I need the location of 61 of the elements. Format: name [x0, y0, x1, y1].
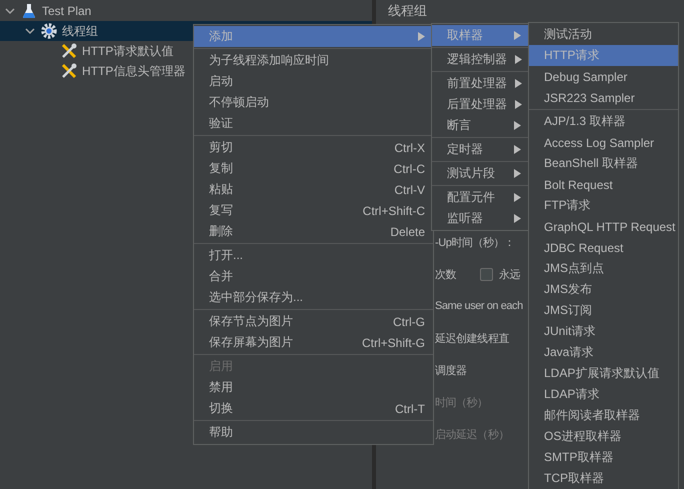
checkbox-label: 永远: [499, 268, 520, 282]
menu-item[interactable]: JSR223 Sampler: [529, 87, 678, 108]
menu-item[interactable]: 断言: [432, 115, 529, 136]
gear-icon: [40, 22, 58, 40]
menu-item[interactable]: Bolt Request: [529, 174, 678, 195]
menu-item[interactable]: JMS发布: [529, 279, 678, 300]
menu-item[interactable]: 邮件阅读者取样器: [529, 405, 678, 426]
checkbox[interactable]: [480, 268, 494, 280]
flask-icon: [20, 2, 38, 20]
menu-item[interactable]: 保存节点为图片 Ctrl-G: [194, 311, 433, 332]
menu-item[interactable]: SMTP取样器: [529, 447, 678, 468]
menu-item[interactable]: TCP取样器: [529, 468, 678, 489]
menu-item[interactable]: AJP/1.3 取样器: [529, 111, 678, 132]
field-label: 调度器: [435, 364, 467, 378]
menu-item[interactable]: 测试活动: [529, 24, 678, 45]
menu-item[interactable]: 打开...: [194, 245, 433, 266]
tools-icon: [60, 62, 78, 80]
menu-item[interactable]: 复制 Ctrl-C: [194, 158, 433, 179]
menu-item[interactable]: 配置元件: [432, 187, 529, 208]
menu-item[interactable]: JMS点到点: [529, 258, 678, 279]
menu-item[interactable]: 逻辑控制器: [432, 49, 529, 70]
menu-item[interactable]: 后置处理器: [432, 94, 529, 115]
menu-item[interactable]: Access Log Sampler: [529, 132, 678, 153]
menu-item[interactable]: GraphQL HTTP Request: [529, 216, 678, 237]
menu-item[interactable]: 为子线程添加响应时间: [194, 50, 433, 71]
panel-title: 线程组: [388, 3, 427, 19]
menu-item[interactable]: 复写 Ctrl+Shift-C: [194, 200, 433, 221]
menu-item[interactable]: 合并: [194, 266, 433, 287]
field-label: -Up时间（秒）：: [435, 236, 515, 250]
menu-item[interactable]: 禁用: [194, 377, 433, 398]
menu-item[interactable]: 测试片段: [432, 163, 529, 184]
menu-item[interactable]: 选中部分保存为...: [194, 287, 433, 308]
menu-item[interactable]: 验证: [194, 113, 433, 134]
menu-item[interactable]: 定时器: [432, 139, 529, 160]
field-label: 时间（秒）: [435, 396, 488, 410]
menu-item[interactable]: 帮助: [194, 422, 433, 443]
field-label: 次数: [435, 268, 456, 282]
menu-item[interactable]: 粘贴 Ctrl-V: [194, 179, 433, 200]
menu-item[interactable]: 保存屏幕为图片 Ctrl+Shift-G: [194, 332, 433, 353]
menu-item[interactable]: 监听器: [432, 208, 529, 229]
menu-item[interactable]: 前置处理器: [432, 73, 529, 94]
menu-item[interactable]: JMS订阅: [529, 300, 678, 321]
menu-item[interactable]: LDAP扩展请求默认值: [529, 363, 678, 384]
menu-item[interactable]: Debug Sampler: [529, 66, 678, 87]
menu-item[interactable]: 切换 Ctrl-T: [194, 398, 433, 419]
field-label: 延迟创建线程直: [435, 332, 509, 346]
menu-item[interactable]: OS进程取样器: [529, 426, 678, 447]
field-label: Same user on each: [435, 300, 523, 312]
tools-icon: [60, 42, 78, 60]
menu-item[interactable]: JDBC Request: [529, 237, 678, 258]
menu-item[interactable]: BeanShell 取样器: [529, 153, 678, 174]
menu-item[interactable]: Java请求: [529, 342, 678, 363]
menu-item[interactable]: 删除 Delete: [194, 221, 433, 242]
menu-item[interactable]: JUnit请求: [529, 321, 678, 342]
menu-item[interactable]: 启动: [194, 71, 433, 92]
menu-item[interactable]: FTP请求: [529, 195, 678, 216]
menu-item[interactable]: 不停顿启动: [194, 92, 433, 113]
menu-item[interactable]: 剪切 Ctrl-X: [194, 137, 433, 158]
menu-item[interactable]: LDAP请求: [529, 384, 678, 405]
tree-item[interactable]: Test Plan: [0, 1, 372, 21]
field-label: 启动延迟（秒）: [435, 428, 509, 442]
